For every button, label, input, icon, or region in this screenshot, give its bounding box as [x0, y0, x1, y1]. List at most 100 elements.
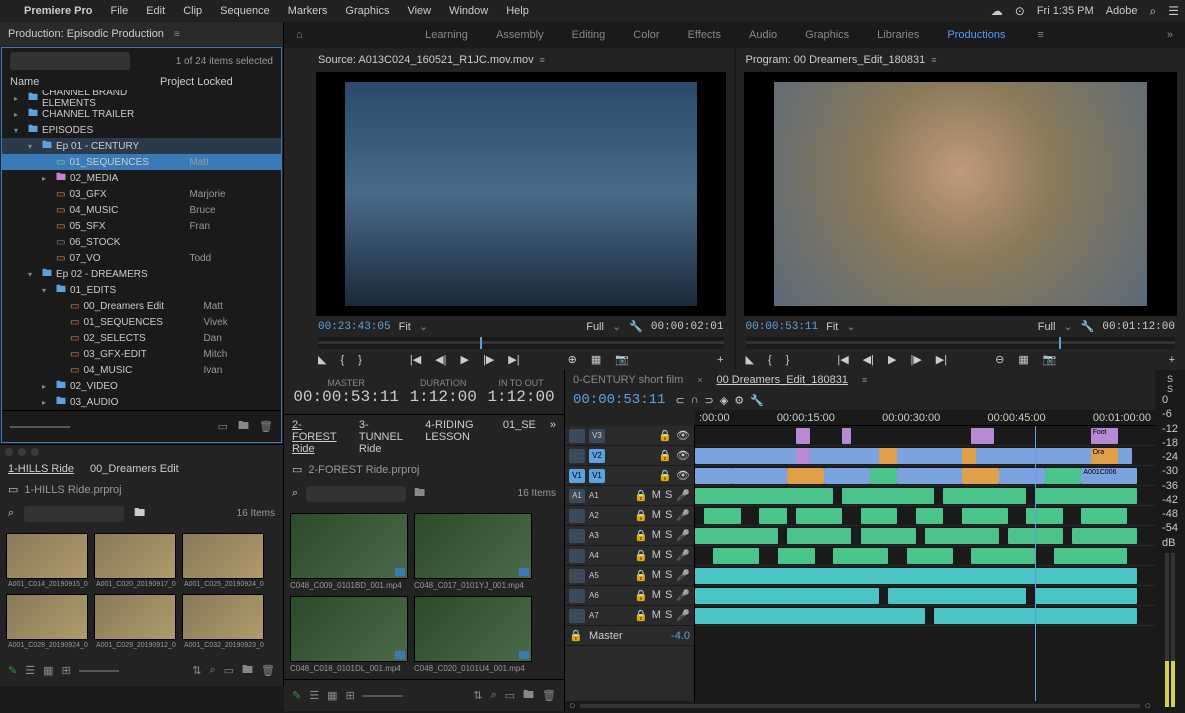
- clip[interactable]: [1045, 468, 1082, 484]
- clip[interactable]: [787, 468, 824, 484]
- source-tc-left[interactable]: 00:23:43:05: [318, 321, 391, 333]
- clip[interactable]: [925, 528, 999, 544]
- tree-row[interactable]: ▭00_Dreamers EditMatt: [2, 298, 281, 314]
- tree-row[interactable]: ▸🖿02_VIDEO: [2, 378, 281, 394]
- track-lane[interactable]: A001C006: [695, 466, 1155, 486]
- find-icon[interactable]: ⌕: [490, 689, 496, 702]
- clip[interactable]: Ora: [1091, 448, 1119, 464]
- thumb-zoom-slider[interactable]: [363, 695, 403, 697]
- magnet-icon[interactable]: ∩: [691, 394, 699, 407]
- clip[interactable]: [796, 508, 842, 524]
- mark-in-icon[interactable]: ◣: [746, 353, 754, 366]
- trash-icon-2[interactable]: 🗑: [261, 664, 275, 677]
- tree-row[interactable]: ▾🖿Ep 01 - CENTURY: [2, 138, 281, 154]
- track-lane[interactable]: [695, 566, 1155, 586]
- track-lane[interactable]: Ora: [695, 446, 1155, 466]
- clip[interactable]: [971, 428, 994, 444]
- search-icon[interactable]: ⌕: [1150, 4, 1157, 19]
- new-bin-icon[interactable]: 🖿: [523, 686, 534, 705]
- tree-row[interactable]: ▭02_SELECTSDan: [2, 330, 281, 346]
- panel-menu-icon[interactable]: ≡: [862, 375, 867, 385]
- overflow-icon[interactable]: »: [1167, 29, 1173, 41]
- tab-hills-ride[interactable]: 1-HILLS Ride: [8, 463, 74, 475]
- tab-dreamers-edit[interactable]: 00_Dreamers Edit: [90, 463, 179, 475]
- thumbnail[interactable]: A001_C028_20190924_001.mov: [6, 594, 88, 649]
- track-lane[interactable]: [695, 546, 1155, 566]
- add-button-icon[interactable]: +: [717, 354, 723, 366]
- solo-icon-2[interactable]: S: [1167, 384, 1173, 394]
- ws-tab-assembly[interactable]: Assembly: [496, 29, 544, 41]
- play-icon[interactable]: ▶: [888, 353, 896, 366]
- wrench-icon[interactable]: 🔧: [750, 394, 764, 407]
- thumb-view-icon[interactable]: ▦: [43, 664, 53, 677]
- ws-tab-editing[interactable]: Editing: [572, 29, 606, 41]
- clip[interactable]: A001C006: [1081, 468, 1136, 484]
- pencil-icon[interactable]: ✎: [8, 664, 17, 677]
- clip[interactable]: [888, 588, 1026, 604]
- col-header-locked[interactable]: Project Locked: [160, 76, 233, 88]
- linked-sel-icon[interactable]: ⊃: [705, 394, 714, 407]
- clip[interactable]: [695, 468, 732, 484]
- find-icon[interactable]: ⌕: [209, 664, 215, 677]
- thumbnail[interactable]: A001_C020_20190917_002.JPG: [94, 533, 176, 588]
- track-lane[interactable]: [695, 606, 1155, 626]
- clip[interactable]: [695, 528, 778, 544]
- clip[interactable]: [695, 608, 925, 624]
- clip[interactable]: [1035, 588, 1136, 604]
- new-item-icon[interactable]: ▭: [224, 664, 234, 677]
- info-tab-0[interactable]: 2-FOREST Ride: [292, 419, 345, 455]
- clip[interactable]: [879, 448, 897, 464]
- clip[interactable]: [971, 548, 1035, 564]
- info-bin-icon[interactable]: ▭: [292, 463, 302, 476]
- new-item-icon[interactable]: ▭: [505, 689, 515, 702]
- freeform-icon[interactable]: ⊞: [62, 664, 71, 677]
- clip[interactable]: [1054, 548, 1128, 564]
- mark-out-icon[interactable]: {: [340, 354, 344, 366]
- ws-tab-audio[interactable]: Audio: [749, 29, 777, 41]
- hills-filter-input[interactable]: [24, 506, 124, 522]
- chevron-down-icon[interactable]: ⌄: [846, 320, 855, 333]
- menu-edit[interactable]: Edit: [146, 5, 165, 17]
- tree-row[interactable]: ▾🖿01_EDITS: [2, 282, 281, 298]
- audio-track-header[interactable]: A1A1🔒MS🎤: [565, 486, 694, 506]
- extract-icon[interactable]: ▦: [1018, 353, 1028, 366]
- go-to-out-icon[interactable]: ▶|: [936, 353, 947, 366]
- tree-row[interactable]: ▭03_GFX-EDITMitch: [2, 346, 281, 362]
- clip[interactable]: [916, 508, 944, 524]
- clip[interactable]: [824, 468, 870, 484]
- thumbnail[interactable]: C048_C017_0101YJ_001.mp4: [414, 513, 532, 590]
- filter-icon[interactable]: ⌕: [8, 507, 14, 520]
- thumb-view-icon[interactable]: ▦: [327, 689, 337, 702]
- tree-row[interactable]: ▾🖿EPISODES: [2, 122, 281, 138]
- sort-icon[interactable]: ⇅: [192, 664, 201, 677]
- clip[interactable]: [897, 468, 961, 484]
- video-track-header[interactable]: V3🔒👁: [565, 426, 694, 446]
- ws-tab-graphics[interactable]: Graphics: [805, 29, 849, 41]
- clip[interactable]: [962, 448, 976, 464]
- clip[interactable]: [999, 468, 1045, 484]
- folder-filter-icon[interactable]: 🖿: [134, 504, 145, 523]
- production-search-input[interactable]: [10, 52, 130, 70]
- step-fwd-icon[interactable]: |▶: [910, 353, 921, 366]
- info-tab-3[interactable]: 01_SE: [503, 419, 536, 455]
- clip[interactable]: [695, 448, 1132, 464]
- mark-out-icon-2[interactable]: }: [786, 354, 790, 366]
- menu-graphics[interactable]: Graphics: [345, 5, 389, 17]
- audio-track-header[interactable]: A4🔒MS🎤: [565, 546, 694, 566]
- clip[interactable]: [907, 548, 953, 564]
- pencil-icon[interactable]: ✎: [292, 689, 301, 702]
- thumbnail[interactable]: A001_C025_20190924_003.mov: [182, 533, 264, 588]
- menu-view[interactable]: View: [407, 5, 431, 17]
- video-track-header[interactable]: V2🔒👁: [565, 446, 694, 466]
- clip[interactable]: [1081, 508, 1127, 524]
- step-fwd-icon[interactable]: |▶: [483, 353, 494, 366]
- settings-icon[interactable]: ⚙: [734, 394, 744, 407]
- chevron-down-icon[interactable]: ⌄: [419, 320, 428, 333]
- tree-row[interactable]: ▭01_SEQUENCESVivek: [2, 314, 281, 330]
- clip[interactable]: [1072, 528, 1136, 544]
- home-icon[interactable]: ⌂: [296, 29, 303, 41]
- clip[interactable]: [759, 508, 787, 524]
- tree-row[interactable]: ▸🖿03_AUDIO: [2, 394, 281, 410]
- wrench-icon[interactable]: 🔧: [629, 320, 643, 333]
- thumbnail[interactable]: C048_C009_0101BD_001.mp4: [290, 513, 408, 590]
